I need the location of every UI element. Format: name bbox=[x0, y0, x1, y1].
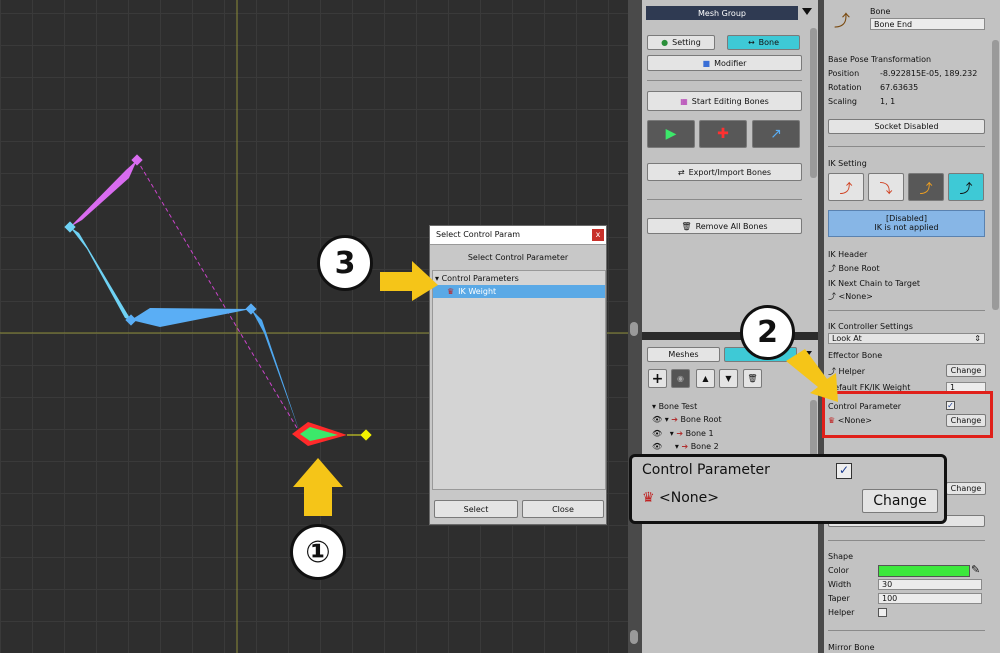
step-2-badge: 2 bbox=[740, 305, 795, 360]
arrow-step-1 bbox=[293, 458, 343, 516]
step-3-badge: 3 bbox=[317, 235, 373, 291]
annotation-overlay bbox=[293, 261, 838, 516]
step-1-badge: ① bbox=[290, 524, 346, 580]
arrow-step-3 bbox=[380, 261, 438, 301]
arrow-step-2 bbox=[786, 349, 838, 402]
